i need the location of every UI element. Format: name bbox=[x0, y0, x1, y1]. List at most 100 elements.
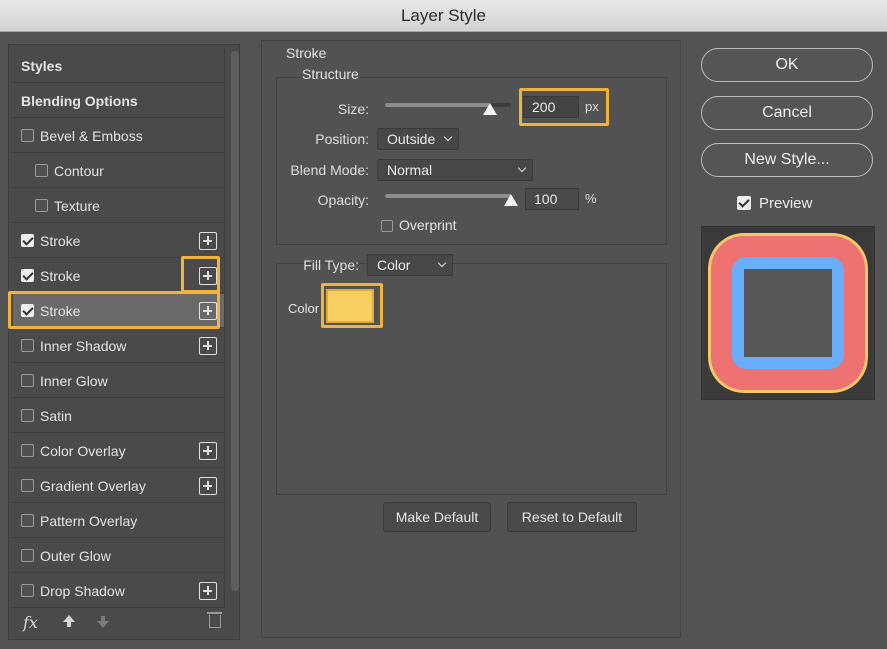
style-checkbox[interactable] bbox=[21, 129, 34, 142]
fx-icon[interactable]: fx bbox=[23, 613, 38, 632]
opacity-label: Opacity: bbox=[317, 192, 369, 208]
add-effect-icon[interactable] bbox=[199, 337, 217, 355]
style-item[interactable]: Contour bbox=[13, 154, 225, 188]
style-item-label: Stroke bbox=[40, 232, 81, 249]
style-checkbox[interactable] bbox=[21, 479, 34, 492]
preview-checkbox[interactable] bbox=[737, 196, 751, 210]
size-unit: px bbox=[585, 99, 599, 114]
overprint-label: Overprint bbox=[399, 217, 457, 233]
add-effect-icon[interactable] bbox=[199, 582, 217, 600]
opacity-slider[interactable] bbox=[385, 194, 511, 198]
stroke-section-title: Stroke bbox=[286, 45, 327, 61]
reset-default-button[interactable]: Reset to Default bbox=[507, 502, 637, 532]
style-item-label: Inner Glow bbox=[40, 372, 108, 389]
size-slider-fill bbox=[385, 103, 490, 107]
style-checkbox[interactable] bbox=[21, 234, 34, 247]
add-effect-icon[interactable] bbox=[199, 267, 217, 285]
blend-mode-label: Blend Mode: bbox=[290, 162, 369, 178]
style-item[interactable]: Texture bbox=[13, 189, 225, 223]
style-item[interactable]: Pattern Overlay bbox=[13, 504, 225, 538]
style-item-label: Texture bbox=[54, 197, 100, 214]
style-item[interactable]: Stroke bbox=[13, 259, 225, 293]
preview-toggle[interactable]: Preview bbox=[737, 192, 812, 214]
style-checkbox[interactable] bbox=[21, 339, 34, 352]
structure-group: Structure Size: 200 px Position: Outside… bbox=[276, 66, 667, 245]
style-checkbox[interactable] bbox=[21, 584, 34, 597]
trash-icon[interactable] bbox=[207, 612, 222, 628]
add-effect-icon[interactable] bbox=[199, 442, 217, 460]
blend-mode-value: Normal bbox=[387, 162, 433, 178]
style-item[interactable]: Styles bbox=[13, 49, 225, 83]
size-slider-thumb[interactable] bbox=[482, 103, 497, 115]
style-item[interactable]: Bevel & Emboss bbox=[13, 119, 225, 153]
style-item-label: Inner Shadow bbox=[40, 337, 127, 354]
style-checkbox[interactable] bbox=[21, 444, 34, 457]
style-item[interactable]: Stroke bbox=[13, 224, 225, 258]
cancel-button[interactable]: Cancel bbox=[701, 96, 873, 130]
style-item[interactable]: Color Overlay bbox=[13, 434, 225, 468]
style-checkbox[interactable] bbox=[21, 374, 34, 387]
size-input[interactable]: 200 bbox=[523, 96, 579, 118]
position-value: Outside bbox=[387, 131, 436, 147]
opacity-slider-fill bbox=[385, 194, 511, 198]
blend-mode-dropdown[interactable]: Normal bbox=[377, 159, 533, 181]
color-label: Color bbox=[288, 301, 320, 316]
style-preview-thumbnail bbox=[701, 226, 875, 400]
style-item[interactable]: Drop Shadow bbox=[13, 574, 225, 608]
style-item-label: Satin bbox=[40, 407, 72, 424]
opacity-unit: % bbox=[585, 191, 597, 206]
fill-type-dropdown[interactable]: Color bbox=[367, 254, 453, 276]
opacity-slider-thumb[interactable] bbox=[504, 194, 518, 206]
style-item-label: Pattern Overlay bbox=[40, 512, 138, 529]
style-item[interactable]: Satin bbox=[13, 399, 225, 433]
style-item-label: Gradient Overlay bbox=[40, 477, 146, 494]
add-effect-icon[interactable] bbox=[199, 477, 217, 495]
add-effect-icon[interactable] bbox=[199, 232, 217, 250]
style-item[interactable]: Blending Options bbox=[13, 84, 225, 118]
style-item[interactable]: Gradient Overlay bbox=[13, 469, 225, 503]
add-effect-icon[interactable] bbox=[199, 302, 217, 320]
style-item-label: Blending Options bbox=[21, 92, 138, 109]
style-checkbox[interactable] bbox=[21, 269, 34, 282]
move-up-icon[interactable] bbox=[63, 615, 75, 627]
style-checkbox[interactable] bbox=[35, 164, 48, 177]
style-item-label: Bevel & Emboss bbox=[40, 127, 143, 144]
chevron-down-icon bbox=[517, 163, 527, 173]
make-default-button[interactable]: Make Default bbox=[383, 502, 491, 532]
style-checkbox[interactable] bbox=[21, 514, 34, 527]
style-checkbox[interactable] bbox=[21, 409, 34, 422]
style-checkbox[interactable] bbox=[35, 199, 48, 212]
new-style-button[interactable]: New Style... bbox=[701, 143, 873, 177]
preview-label: Preview bbox=[759, 194, 813, 212]
style-checkbox[interactable] bbox=[21, 304, 34, 317]
position-dropdown[interactable]: Outside bbox=[377, 128, 459, 150]
position-label: Position: bbox=[315, 131, 369, 147]
chevron-down-icon bbox=[437, 258, 447, 268]
styles-list-panel: Styles Blending Options Bevel & Emboss Cont… bbox=[8, 44, 240, 640]
styles-scrollbar[interactable] bbox=[231, 51, 239, 591]
size-label: Size: bbox=[337, 101, 369, 117]
fill-type-label: Fill Type: bbox=[303, 257, 359, 273]
style-item[interactable]: Stroke bbox=[13, 294, 225, 328]
move-down-icon[interactable] bbox=[97, 616, 109, 628]
window-title: Layer Style bbox=[0, 0, 887, 32]
style-item-label: Stroke bbox=[40, 267, 81, 284]
preview-shape bbox=[744, 269, 832, 357]
style-item-label: Styles bbox=[21, 57, 63, 74]
style-item-label: Outer Glow bbox=[40, 547, 111, 564]
style-item[interactable]: Inner Shadow bbox=[13, 329, 225, 363]
opacity-input[interactable]: 100 bbox=[525, 188, 579, 210]
fill-type-value: Color bbox=[377, 257, 411, 273]
structure-title: Structure bbox=[301, 66, 360, 82]
style-item[interactable]: Outer Glow bbox=[13, 539, 225, 573]
chevron-down-icon bbox=[443, 132, 453, 142]
overprint-checkbox[interactable] bbox=[381, 220, 393, 232]
style-checkbox[interactable] bbox=[21, 549, 34, 562]
stroke-color-swatch[interactable] bbox=[326, 289, 374, 323]
styles-toolbar: fx bbox=[9, 605, 239, 639]
style-item[interactable]: Inner Glow bbox=[13, 364, 225, 398]
fill-group: Fill Type: Color Color bbox=[276, 254, 667, 495]
ok-button[interactable]: OK bbox=[701, 48, 873, 82]
style-item-label: Drop Shadow bbox=[40, 582, 125, 599]
style-item-label: Stroke bbox=[40, 302, 81, 319]
